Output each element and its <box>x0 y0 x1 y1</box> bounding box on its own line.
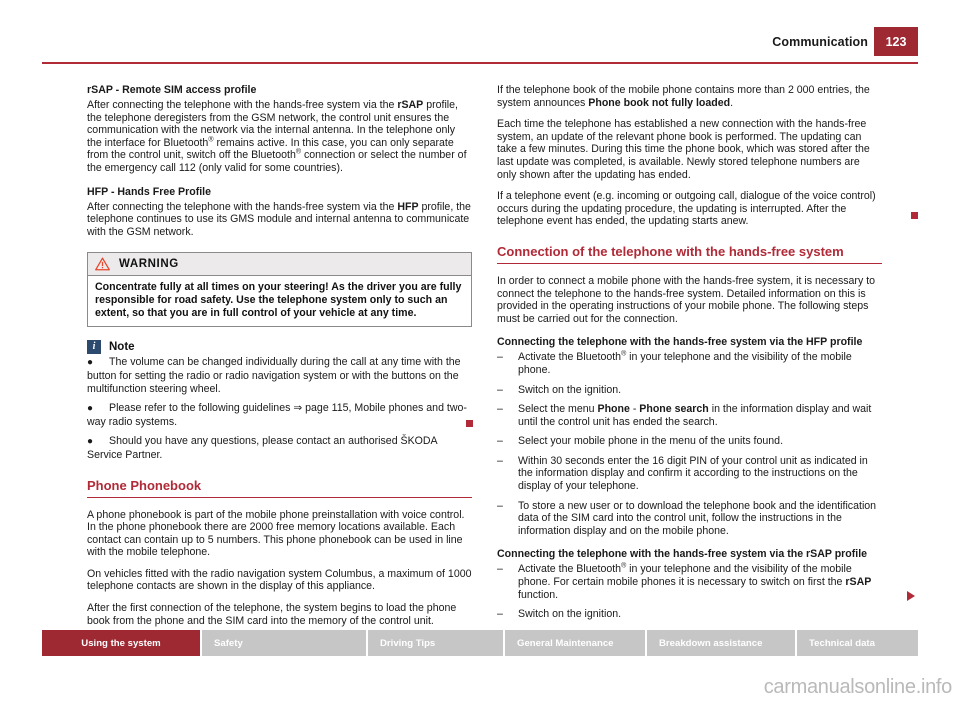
section-end-marker <box>911 212 918 219</box>
note-header: i Note <box>87 340 472 355</box>
hfp-step-item: – To store a new user or to download the … <box>497 500 882 538</box>
hfp-step-item: – Switch on the ignition. <box>497 384 882 397</box>
site-watermark: carmanualsonline.info <box>763 676 953 698</box>
bullet-dot-icon: ● <box>87 403 94 415</box>
dash-bullet-icon: – <box>497 499 503 512</box>
footer-tab-driving-tips[interactable]: Driving Tips <box>368 630 503 656</box>
hfp-heading: HFP - Hands Free Profile <box>87 185 212 198</box>
phonebook-paragraph: A phone phonebook is part of the mobile … <box>87 508 465 559</box>
step-text-part1: Activate the Bluetooth <box>518 563 622 576</box>
note-bullet-item: ● The volume can be changed individually … <box>87 356 472 395</box>
footer-tab-using-the-system[interactable]: Using the system <box>42 630 200 656</box>
menu-name-phone: Phone <box>597 403 630 416</box>
warning-label: WARNING <box>119 258 179 271</box>
rsap-step-item: – Switch on the ignition. <box>497 608 882 621</box>
dash-bullet-icon: – <box>497 435 503 448</box>
step-text-part1: Select your mobile phone in the menu of … <box>518 435 784 448</box>
step-text-part3: function. <box>518 588 559 601</box>
rsap-bold-term: rSAP <box>845 576 872 589</box>
dash-bullet-icon: – <box>497 403 503 416</box>
phonebook-paragraph: After the first connection of the teleph… <box>87 602 457 627</box>
step-text-part2: - <box>629 403 640 416</box>
rsap-heading: rSAP - Remote SIM access profile <box>87 84 257 96</box>
footer-tab-general-maintenance[interactable]: General Maintenance <box>505 630 645 656</box>
footer-tab-breakdown-assistance[interactable]: Breakdown assistance <box>647 630 795 656</box>
continuation-arrow-icon <box>907 591 915 601</box>
hfp-profile-subheading: Connecting the telephone with the hands-… <box>497 336 863 349</box>
limit-bold-message: Phone book not fully loaded <box>588 96 731 109</box>
warning-box: WARNING Concentrate fully at all times o… <box>87 252 472 328</box>
limit-text-part2: . <box>730 96 734 109</box>
note-label: Note <box>109 341 135 354</box>
page-header: Communication 123 <box>0 0 960 66</box>
phonebook-limit-paragraph: If the telephone book of the mobile phon… <box>497 84 882 109</box>
phonebook-section-heading: Phone Phonebook <box>87 478 472 498</box>
menu-name-phone-search: Phone search <box>639 403 709 416</box>
left-text-column: rSAP - Remote SIM access profile After c… <box>87 84 472 636</box>
footer-tab-technical-data[interactable]: Technical data <box>797 630 918 656</box>
footer-navigation[interactable]: Using the system Safety Driving Tips Gen… <box>42 630 918 656</box>
warning-triangle-icon <box>95 257 110 271</box>
note-bullet-text: The volume can be changed individually d… <box>87 356 461 395</box>
section-end-marker <box>466 420 473 427</box>
bullet-dot-icon: ● <box>87 357 94 369</box>
connection-intro-paragraph: In order to connect a mobile phone with … <box>497 274 876 325</box>
page-title: Communication <box>772 35 868 49</box>
info-icon: i <box>87 340 101 355</box>
step-text-part1: Activate the Bluetooth <box>518 351 622 364</box>
hfp-bold-term: HFP <box>397 200 419 213</box>
step-text-part1: Within 30 seconds enter the 16 digit PIN… <box>518 454 868 493</box>
rsap-bold-term: rSAP <box>397 99 424 111</box>
warning-body-text: Concentrate fully at all times on your s… <box>95 281 462 320</box>
header-divider <box>42 62 918 64</box>
note-bullet-item: ● Please refer to the following guideline… <box>87 402 472 428</box>
right-text-column: If the telephone book of the mobile phon… <box>497 84 882 628</box>
note-bullet-item: ● Should you have any questions, please c… <box>87 435 472 461</box>
rsap-step-item: – Activate the Bluetooth® in your telepho… <box>497 563 882 601</box>
step-text-part1: To store a new user or to download the t… <box>518 499 877 537</box>
step-text-part1: Switch on the ignition. <box>518 608 622 621</box>
hfp-text-part1: After connecting the telephone with the … <box>87 200 398 213</box>
note-bullet-text: Should you have any questions, please co… <box>87 435 438 461</box>
dash-bullet-icon: – <box>497 351 503 364</box>
dash-bullet-icon: – <box>497 454 503 467</box>
update-paragraph: Each time the telephone has established … <box>497 118 870 181</box>
step-text-part1: Select the menu <box>518 403 598 416</box>
interrupt-paragraph: If a telephone event (e.g. incoming or o… <box>497 190 876 228</box>
hfp-step-item: – Activate the Bluetooth® in your telepho… <box>497 351 882 376</box>
hfp-paragraph: After connecting the telephone with the … <box>87 201 472 239</box>
step-text-part1: Switch on the ignition. <box>518 383 622 396</box>
dash-bullet-icon: – <box>497 383 503 396</box>
bullet-dot-icon: ● <box>87 436 94 448</box>
note-bullet-text: Please refer to the following guidelines… <box>87 402 467 428</box>
rsap-text-part1: After connecting the telephone with the … <box>87 99 398 111</box>
hfp-step-item: – Select the menu Phone - Phone search in… <box>497 403 882 428</box>
connection-section-heading: Connection of the telephone with the han… <box>497 244 882 264</box>
footer-tab-safety[interactable]: Safety <box>202 630 366 656</box>
rsap-profile-subheading: Connecting the telephone with the hands-… <box>497 548 868 561</box>
dash-bullet-icon: – <box>497 563 503 576</box>
dash-bullet-icon: – <box>497 608 503 621</box>
phonebook-paragraph: On vehicles fitted with the radio naviga… <box>87 567 472 593</box>
hfp-step-item: – Within 30 seconds enter the 16 digit PI… <box>497 455 882 493</box>
rsap-paragraph: After connecting the telephone with the … <box>87 99 472 175</box>
hfp-step-item: – Select your mobile phone in the menu of… <box>497 435 882 448</box>
warning-header: WARNING <box>88 253 471 277</box>
page-number-badge: 123 <box>874 27 918 56</box>
